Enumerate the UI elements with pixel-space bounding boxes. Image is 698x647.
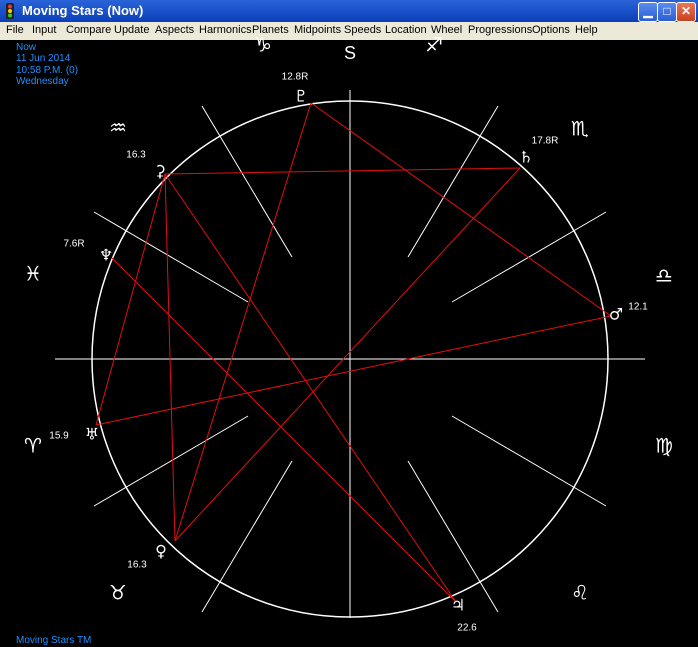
ceres-degree: 16.3	[126, 150, 146, 161]
house-cusp-line	[451, 211, 607, 303]
south-label: S	[344, 43, 356, 63]
chart-time: 10:58 P.M. (0)	[16, 65, 79, 76]
venus-degree: 16.3	[127, 560, 147, 571]
leo-icon: ♌	[571, 581, 589, 605]
house-cusp-line	[93, 211, 249, 303]
house-cusp-line	[201, 105, 293, 258]
aspect-line	[310, 102, 612, 317]
pluto-degree: 12.8R	[282, 72, 309, 83]
aspect-line	[95, 173, 166, 426]
aspect-line	[164, 173, 457, 603]
house-cusp-line	[451, 415, 607, 507]
house-cusp-line	[93, 415, 249, 507]
chart-label: Now	[16, 42, 37, 53]
neptune-degree: 7.6R	[63, 239, 84, 250]
mars-icon[interactable]: ♂	[609, 305, 623, 324]
jupiter-degree: 22.6	[457, 623, 477, 634]
aspect-line	[164, 173, 176, 542]
chart-date: 11 Jun 2014	[16, 53, 71, 64]
uranus-degree: 15.9	[49, 431, 69, 442]
uranus-icon[interactable]: ♅	[85, 425, 99, 444]
sagittarius-icon: ♐	[425, 33, 443, 57]
venus-icon[interactable]: ♀	[155, 542, 167, 561]
jupiter-icon[interactable]: ♃	[451, 596, 465, 615]
pisces-icon: ♓	[24, 262, 42, 286]
aspect-line	[174, 102, 312, 542]
neptune-icon[interactable]: ♆	[99, 246, 113, 265]
house-cusp-line	[407, 460, 499, 613]
footer-label: Moving Stars TM	[16, 635, 92, 646]
aspect-line	[164, 167, 521, 175]
house-cusp-line	[201, 460, 293, 613]
saturn-degree: 17.8R	[532, 136, 559, 147]
libra-icon: ♎	[655, 264, 673, 288]
mars-degree: 12.1	[628, 302, 648, 313]
aspect-line	[95, 315, 612, 426]
ceres-icon[interactable]: ⚳	[154, 162, 166, 181]
pluto-icon[interactable]: ♇	[294, 87, 308, 106]
taurus-icon: ♉	[109, 581, 127, 605]
chart-wheel[interactable]: S ♑ ♐ ♏ ♎ ♍ ♌ ♉ ♈ ♓ ♒ ♇ 12.8R ♄ 17.8R ♂ …	[0, 0, 698, 647]
saturn-icon[interactable]: ♄	[519, 148, 533, 167]
aquarius-icon: ♒	[109, 116, 127, 140]
virgo-icon: ♍	[655, 434, 673, 458]
capricorn-icon: ♑	[254, 33, 272, 57]
scorpio-icon: ♏	[571, 117, 589, 141]
aspect-line	[174, 167, 521, 542]
chart-weekday: Wednesday	[16, 76, 69, 87]
aries-icon: ♈	[24, 434, 42, 458]
